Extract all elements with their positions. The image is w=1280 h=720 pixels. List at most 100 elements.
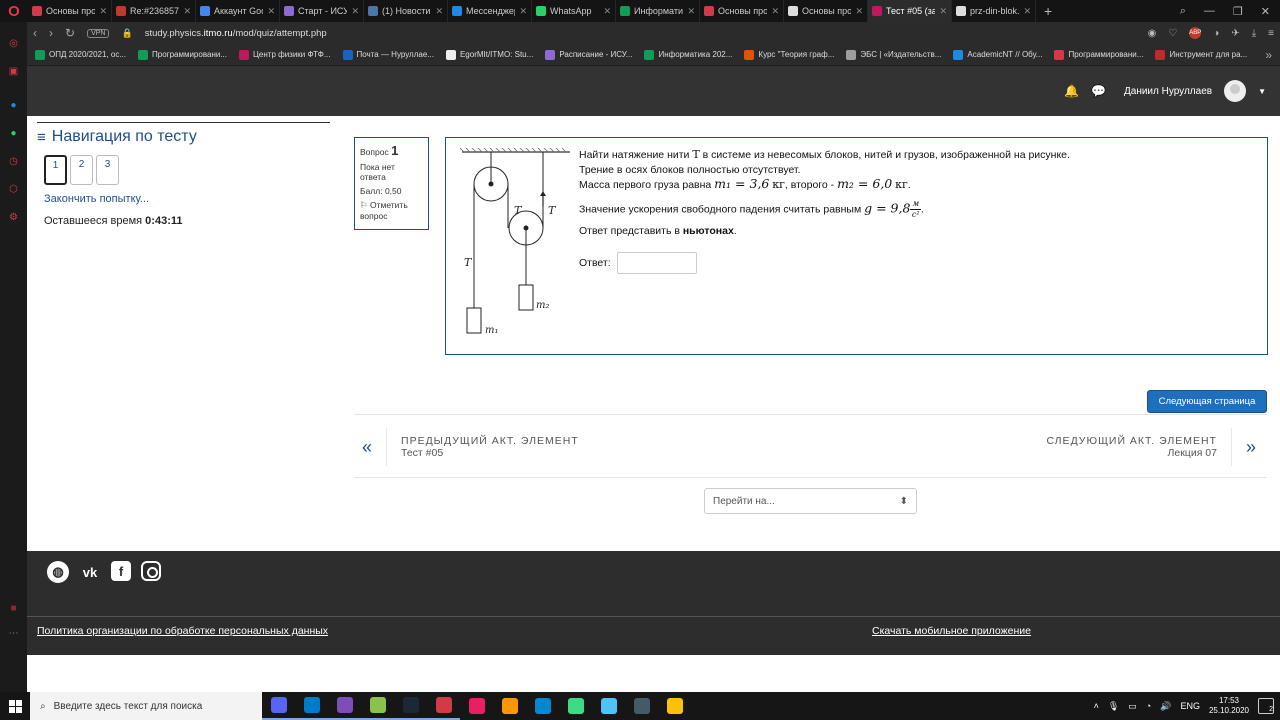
- browser-tab[interactable]: Мессенджер ✕: [448, 0, 532, 22]
- finish-attempt-link[interactable]: Закончить попытку...: [44, 193, 330, 205]
- messenger-icon[interactable]: ●: [0, 98, 27, 112]
- tab-close-icon[interactable]: ✕: [855, 6, 863, 17]
- sidebar-dots-icon[interactable]: ⋯: [0, 626, 27, 640]
- browser-tab[interactable]: Старт - ИСУ И✕: [280, 0, 364, 22]
- taskbar-app-icon[interactable]: [559, 692, 592, 720]
- sidebar-more-icon[interactable]: ■: [0, 601, 27, 615]
- microphone-icon[interactable]: 🎙: [1108, 701, 1119, 712]
- tab-close-icon[interactable]: ✕: [519, 6, 527, 17]
- browser-tab[interactable]: prz-din-blok.p ✕: [952, 0, 1036, 22]
- vk-icon[interactable]: vk: [79, 561, 101, 583]
- next-page-button[interactable]: Следующая страница: [1147, 390, 1267, 413]
- answer-input[interactable]: [616, 252, 697, 274]
- browser-tab[interactable]: Основы профс ✕: [28, 0, 112, 22]
- privacy-policy-link[interactable]: Политика организации по обработке персон…: [37, 625, 328, 637]
- wallet-icon[interactable]: ◑: [1213, 28, 1219, 39]
- taskbar-app-icon[interactable]: [493, 692, 526, 720]
- extensions-icon[interactable]: ⬡: [0, 182, 27, 196]
- taskbar-app-icon[interactable]: [427, 692, 460, 720]
- bookmark-heart-icon[interactable]: ♡: [1168, 28, 1177, 39]
- clock[interactable]: 17:53 25.10.2020: [1209, 696, 1249, 716]
- tab-close-icon[interactable]: ✕: [687, 6, 695, 17]
- settings-icon[interactable]: ⚙: [0, 210, 27, 224]
- browser-tab[interactable]: Аккаунт Google ✕: [196, 0, 280, 22]
- taskbar-app-icon[interactable]: [262, 692, 295, 720]
- speed-dial-icon[interactable]: ◎: [0, 36, 27, 50]
- tab-close-icon[interactable]: ✕: [435, 6, 443, 17]
- globe-icon[interactable]: ◍: [47, 561, 69, 583]
- language-indicator[interactable]: ENG: [1180, 701, 1200, 711]
- bookmark-item[interactable]: ОПД 2020/2021, ос...: [35, 49, 126, 60]
- taskbar-app-icon[interactable]: [460, 692, 493, 720]
- tab-close-icon[interactable]: ✕: [1023, 6, 1031, 17]
- vpn-badge[interactable]: VPN: [87, 28, 110, 38]
- notifications-bell-icon[interactable]: 🔔: [1064, 84, 1079, 98]
- tab-close-icon[interactable]: ✕: [99, 6, 107, 17]
- reload-icon[interactable]: ↻: [65, 26, 75, 40]
- adblock-icon[interactable]: ABP: [1189, 27, 1201, 39]
- minimize-button[interactable]: —: [1204, 5, 1215, 18]
- tab-close-icon[interactable]: ✕: [603, 6, 611, 17]
- mobile-app-link[interactable]: Скачать мобильное приложение: [872, 625, 1031, 637]
- bookmark-item[interactable]: Расписание - ИСУ...: [545, 49, 632, 60]
- taskbar-app-icon[interactable]: [625, 692, 658, 720]
- new-tab-button[interactable]: +: [1036, 3, 1060, 19]
- messages-icon[interactable]: 💬: [1091, 84, 1106, 98]
- bookmark-item[interactable]: Инструмент для ра...: [1155, 49, 1247, 60]
- taskbar-search[interactable]: ⌕ Введите здесь текст для поиска: [30, 692, 262, 720]
- tab-close-icon[interactable]: ✕: [183, 6, 191, 17]
- taskbar-app-icon[interactable]: [526, 692, 559, 720]
- url-field[interactable]: study.physics.itmo.ru/mod/quiz/attempt.p…: [145, 28, 327, 39]
- volume-icon[interactable]: 🔊: [1160, 701, 1171, 712]
- next-activity-link[interactable]: СЛЕДУЮЩИЙ АКТ. ЭЛЕМЕНТ Лекция 07 »: [1046, 428, 1256, 466]
- bookmark-item[interactable]: Почта — Нуруллае...: [342, 49, 434, 60]
- tab-close-icon[interactable]: ✕: [771, 6, 779, 17]
- taskbar-app-icon[interactable]: [658, 692, 691, 720]
- twitch-icon[interactable]: ▣: [0, 64, 27, 78]
- taskbar-app-icon[interactable]: [394, 692, 427, 720]
- browser-tab[interactable]: Основы профс ✕: [784, 0, 868, 22]
- taskbar-app-icon[interactable]: [328, 692, 361, 720]
- jump-to-select[interactable]: Перейти на... ⬍: [704, 488, 917, 514]
- flow-icon[interactable]: ✈: [1231, 28, 1239, 39]
- maximize-button[interactable]: ❐: [1233, 5, 1243, 18]
- browser-tab[interactable]: WhatsApp ✕: [532, 0, 616, 22]
- bookmark-item[interactable]: Программировани...: [1054, 49, 1143, 60]
- question-nav-button-1[interactable]: 1: [44, 155, 67, 185]
- prev-activity-link[interactable]: « ПРЕДЫДУЩИЙ АКТ. ЭЛЕМЕНТ Тест #05: [362, 428, 579, 466]
- bookmarks-more-icon[interactable]: »: [1265, 48, 1272, 62]
- tab-close-icon[interactable]: ✕: [939, 6, 947, 17]
- facebook-icon[interactable]: f: [111, 561, 131, 581]
- flag-question-link[interactable]: ⚐ Отметить вопрос: [360, 200, 423, 221]
- taskbar-app-icon[interactable]: [592, 692, 625, 720]
- camera-icon[interactable]: ◉: [1148, 28, 1157, 39]
- taskbar-app-icon[interactable]: [295, 692, 328, 720]
- double-chevron-right-icon[interactable]: »: [1246, 437, 1256, 458]
- browser-tab[interactable]: Re:#2368579 ✕: [112, 0, 196, 22]
- back-icon[interactable]: ‹: [33, 26, 37, 40]
- menu-icon[interactable]: ≡: [1268, 28, 1274, 39]
- bookmark-item[interactable]: AcademicNT // Обу...: [953, 49, 1042, 60]
- download-icon[interactable]: ⤓: [1252, 28, 1256, 39]
- bookmark-item[interactable]: ЭБС | «Издательств...: [846, 49, 941, 60]
- browser-tab[interactable]: Информатика ✕: [616, 0, 700, 22]
- browser-tab[interactable]: Тест #05 (зада ✕: [868, 0, 952, 22]
- browser-tab[interactable]: Основы профс ✕: [700, 0, 784, 22]
- avatar[interactable]: [1224, 80, 1247, 102]
- bookmark-item[interactable]: Программировани...: [138, 49, 227, 60]
- browser-tab[interactable]: (1) Новости ✕: [364, 0, 448, 22]
- bookmark-item[interactable]: EgorMIt/ITMO: Stu...: [445, 49, 533, 60]
- chevron-down-icon[interactable]: ▼: [1258, 87, 1266, 96]
- network-icon[interactable]: ◔: [1146, 701, 1151, 711]
- search-tabs-icon[interactable]: ⌕: [1180, 5, 1186, 18]
- bookmark-item[interactable]: Информатика 202...: [644, 49, 732, 60]
- notifications-icon[interactable]: 2: [1258, 698, 1274, 714]
- instagram-icon[interactable]: [141, 561, 161, 581]
- whatsapp-icon[interactable]: ●: [0, 126, 27, 140]
- hamburger-icon[interactable]: ≡: [37, 129, 46, 146]
- history-icon[interactable]: ◷: [0, 154, 27, 168]
- bookmark-item[interactable]: Курс "Теория граф...: [744, 49, 834, 60]
- battery-icon[interactable]: ▭: [1128, 701, 1137, 712]
- close-window-button[interactable]: ✕: [1261, 5, 1270, 18]
- windows-start-icon[interactable]: [0, 692, 30, 720]
